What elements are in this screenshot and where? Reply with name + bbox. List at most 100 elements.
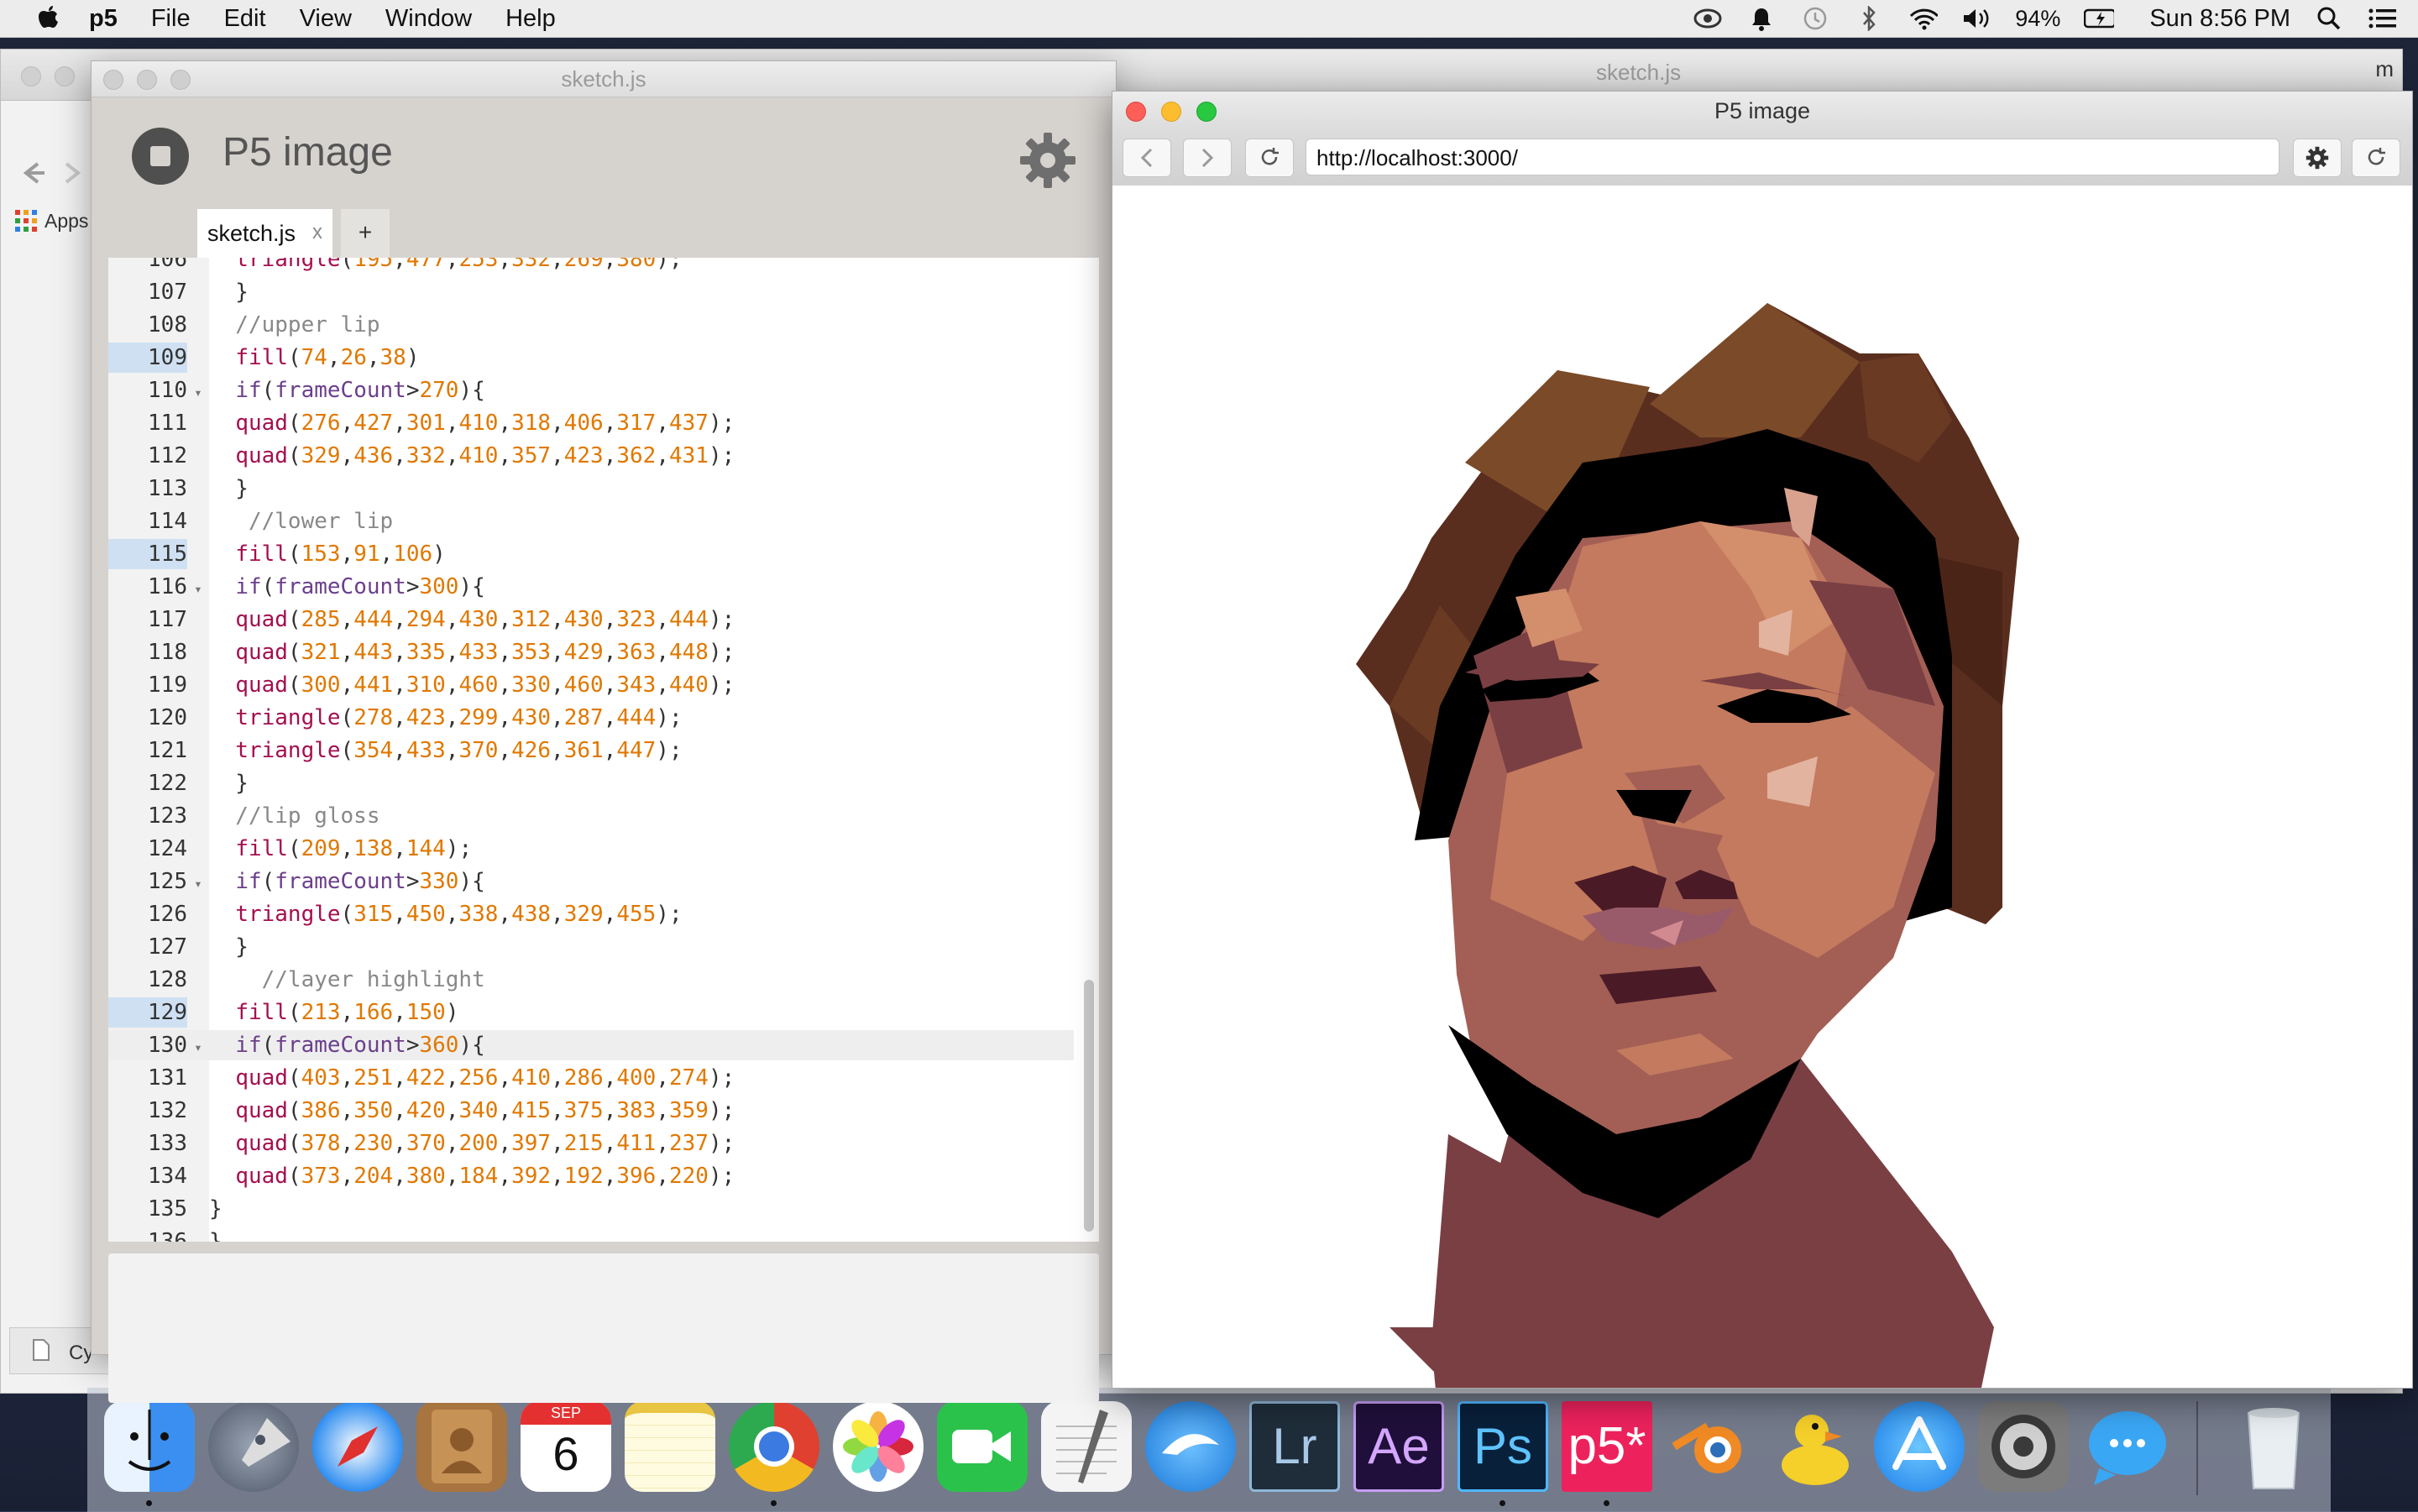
code-line[interactable]: 111 quad(276,427,301,410,318,406,317,437… [108,408,1074,438]
dock-photos-icon[interactable] [833,1401,924,1492]
code-line[interactable]: 129 fill(213,166,150) [108,997,1074,1028]
dock-messages-icon[interactable] [2082,1401,2173,1492]
dock-trash-icon[interactable] [2228,1401,2319,1492]
spotlight-search-icon[interactable] [2314,6,2344,31]
background-nav-arrows[interactable] [16,159,83,195]
dock-finder-icon[interactable] [104,1401,195,1492]
fold-arrow-icon[interactable]: ▾ [187,1033,209,1063]
menu-bar: p5 File Edit View Window Help 94% Sun 8:… [0,0,2418,38]
code-line[interactable]: 127 } [108,932,1074,962]
tab-close-icon[interactable]: x [312,221,322,258]
code-line[interactable]: 116 ▾ if(frameCount>300){ [108,572,1074,602]
notification-bell-icon[interactable] [1746,6,1777,31]
code-line[interactable]: 132 quad(386,350,420,340,415,375,383,359… [108,1096,1074,1126]
time-machine-icon[interactable] [1800,6,1830,31]
dock-blender-icon[interactable] [1666,1401,1756,1492]
console-panel[interactable] [108,1253,1099,1403]
dock-launchpad-icon[interactable] [208,1401,299,1492]
code-line[interactable]: 109 fill(74,26,38) [108,343,1074,373]
dock-cyberduck-icon[interactable] [1770,1401,1861,1492]
code-line[interactable]: 106 triangle(195,477,253,332,269,380); [108,258,1074,275]
code-line[interactable]: 133 quad(378,230,370,200,397,215,411,237… [108,1128,1074,1159]
line-number: 109 [108,343,187,373]
code-line[interactable]: 115 fill(153,91,106) [108,539,1074,569]
fold-arrow-icon[interactable]: ▾ [187,378,209,408]
code-line[interactable]: 131 quad(403,251,422,256,410,286,400,274… [108,1063,1074,1093]
creative-cloud-icon[interactable] [1693,6,1723,31]
code-line[interactable]: 118 quad(321,443,335,433,353,429,363,448… [108,637,1074,667]
code-line[interactable]: 108 //upper lip [108,310,1074,340]
code-line[interactable]: 119 quad(300,441,310,460,330,460,343,440… [108,670,1074,700]
code-editor[interactable]: 106 triangle(195,477,253,332,269,380); 10… [108,258,1099,1242]
menu-window[interactable]: Window [385,5,472,33]
code-line[interactable]: 125 ▾ if(frameCount>330){ [108,866,1074,897]
p5-sketch-canvas[interactable] [1112,186,2412,1512]
dock-app-store-icon[interactable] [1874,1401,1965,1492]
wifi-icon[interactable] [1908,6,1939,31]
menu-edit[interactable]: Edit [224,5,266,33]
dock-mail-icon[interactable] [1145,1401,1236,1492]
code-line[interactable]: 112 quad(329,436,332,410,357,423,362,431… [108,441,1074,471]
code-line[interactable]: 130 ▾ if(frameCount>360){ [108,1030,1074,1060]
dock-notes-icon[interactable] [625,1401,715,1492]
code-line[interactable]: 117 quad(285,444,294,430,312,430,323,444… [108,604,1074,635]
code-line[interactable]: 107 } [108,277,1074,307]
dock-system-preferences-icon[interactable] [1978,1401,2069,1492]
code-line[interactable]: 120 triangle(278,423,299,430,287,444); [108,703,1074,733]
dock-p5-icon[interactable]: p5* [1562,1401,1652,1492]
dock-after-effects-icon[interactable]: Ae [1353,1401,1444,1492]
apple-menu-icon[interactable] [35,4,60,33]
menu-app-name[interactable]: p5 [89,5,118,33]
reload-button[interactable] [1245,139,1294,177]
code-scrollbar[interactable] [1084,980,1094,1232]
code-line[interactable]: 135 } [108,1194,1074,1224]
fold-arrow-icon[interactable]: ▾ [187,574,209,604]
menu-help[interactable]: Help [505,5,556,33]
forward-button[interactable] [1183,139,1232,177]
settings-gear-icon[interactable] [1018,131,1077,190]
dock-textedit-icon[interactable] [1041,1401,1132,1492]
tab-sketch-js[interactable]: sketch.js x [197,209,333,258]
dock-calendar-icon[interactable]: SEP 6 [521,1401,611,1492]
stop-button[interactable] [132,128,189,185]
dock-safari-icon[interactable] [312,1401,403,1492]
bookmarks-apps[interactable]: Apps [14,209,88,233]
code-line[interactable]: 113 } [108,473,1074,504]
project-title[interactable]: P5 image [222,129,393,175]
code-line[interactable]: 121 triangle(354,433,370,426,361,447); [108,735,1074,766]
add-tab-button[interactable]: + [341,209,390,258]
code-line[interactable]: 124 fill(209,138,144); [108,834,1074,864]
menubar-clock[interactable]: Sun 8:56 PM [2149,5,2290,33]
preview-settings-button[interactable] [2293,139,2342,177]
volume-icon[interactable] [1961,6,1991,31]
notification-center-icon[interactable] [2368,6,2398,31]
battery-icon[interactable] [2084,6,2115,31]
code-line[interactable]: 114 //lower lip [108,506,1074,536]
code-line[interactable]: 110 ▾ if(frameCount>270){ [108,375,1074,405]
url-field[interactable]: http://localhost:3000/ [1306,139,2279,175]
preview-toolbar: http://localhost:3000/ [1112,130,2412,186]
code-line[interactable]: 123 //lip gloss [108,801,1074,831]
bluetooth-icon[interactable] [1854,6,1884,31]
preview-refresh-button[interactable] [2352,139,2400,177]
code-line[interactable]: 126 triangle(315,450,338,438,329,455); [108,899,1074,929]
code-line[interactable]: 128 //layer highlight [108,965,1074,995]
dock-lightroom-icon[interactable]: Lr [1249,1401,1340,1492]
back-button[interactable] [1123,139,1171,177]
dock-contacts-icon[interactable] [416,1401,507,1492]
dock-photoshop-icon[interactable]: Ps [1458,1401,1548,1492]
code-line[interactable]: 122 } [108,768,1074,798]
code-text: fill(74,26,38) [235,345,420,370]
code-line[interactable]: 134 quad(373,204,380,184,392,192,396,220… [108,1161,1074,1191]
dock-chrome-icon[interactable] [729,1401,819,1492]
background-close-button[interactable] [21,66,41,86]
code-line[interactable]: 136 } [108,1227,1074,1242]
line-number: 127 [148,934,187,960]
menu-view[interactable]: View [300,5,352,33]
fold-arrow-icon[interactable]: ▾ [187,869,209,899]
dock-facetime-icon[interactable] [937,1401,1028,1492]
background-minimize-button[interactable] [55,66,75,86]
menu-file[interactable]: File [151,5,191,33]
